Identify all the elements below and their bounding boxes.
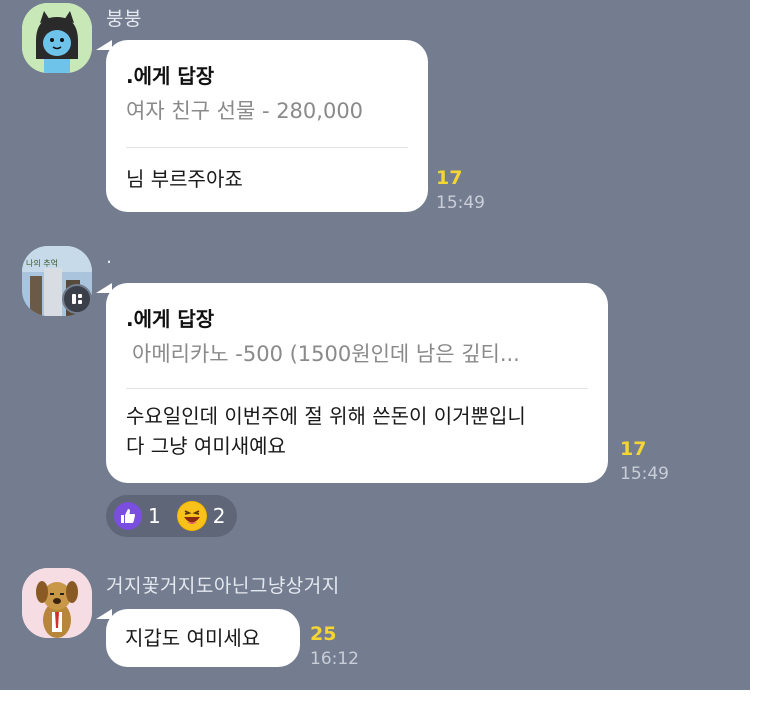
- message-time: 16:12: [310, 649, 359, 669]
- dog-character-icon: [22, 568, 92, 638]
- profile-avatar-1[interactable]: [22, 3, 92, 73]
- unread-count: 17: [620, 438, 647, 460]
- sender-name: 거지꽃거지도아닌그냥상거지: [106, 575, 340, 597]
- profile-badge-icon: [62, 284, 92, 314]
- unread-count: 17: [436, 167, 463, 189]
- sender-name: .: [106, 246, 113, 268]
- reply-header: .에게 답장: [126, 307, 215, 331]
- message-text: 지갑도 여미세요: [125, 626, 261, 650]
- cat-character-icon: [22, 3, 92, 73]
- reply-divider: [126, 388, 588, 389]
- reaction-count: 1: [148, 504, 161, 528]
- chat-room: 붕붕 .에게 답장 여자 친구 선물 - 280,000 님 부르주아죠 17 …: [0, 0, 750, 690]
- message-text-line: 수요일인데 이번주에 절 위해 쓴돈이 이거뿐입니: [126, 404, 526, 428]
- message-time: 15:49: [436, 193, 485, 213]
- sender-name: 붕붕: [106, 8, 142, 30]
- reply-divider: [126, 147, 408, 148]
- message-bubble-1[interactable]: .에게 답장 여자 친구 선물 - 280,000 님 부르주아죠: [106, 40, 428, 212]
- message-bubble-2[interactable]: .에게 답장 아메리카노 -500 (1500원인데 남은 깊티... 수요일인…: [106, 283, 608, 483]
- message-bubble-3[interactable]: 지갑도 여미세요: [106, 609, 300, 667]
- reaction-bar[interactable]: 1 2: [106, 495, 238, 537]
- reaction-count: 2: [212, 504, 226, 528]
- unread-count: 25: [310, 623, 337, 645]
- message-time: 15:49: [620, 464, 669, 484]
- profile-avatar-3[interactable]: [22, 568, 92, 638]
- reply-quote[interactable]: 아메리카노 -500 (1500원인데 남은 깊티...: [126, 338, 588, 368]
- reply-header: .에게 답장: [126, 64, 215, 88]
- message-text-line: 다 그냥 여미새예요: [126, 434, 286, 458]
- reply-quote[interactable]: 여자 친구 선물 - 280,000: [126, 95, 408, 125]
- message-text: 님 부르주아죠: [126, 167, 243, 191]
- thumbs-up-icon[interactable]: [114, 502, 142, 530]
- grinning-face-icon[interactable]: [176, 501, 207, 531]
- avatar-overlay-text: 나의 추억: [26, 259, 58, 268]
- message-text: 수요일인데 이번주에 절 위해 쓴돈이 이거뿐입니 다 그냥 여미새예요: [126, 401, 588, 461]
